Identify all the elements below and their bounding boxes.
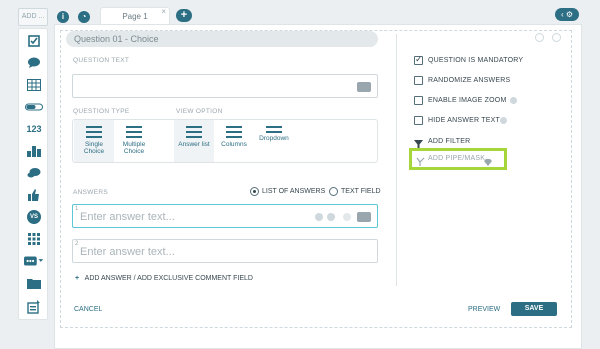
numeric-icon[interactable]: 123 (24, 121, 44, 137)
save-button[interactable]: SAVE (511, 302, 557, 316)
add-exclusive-comment-link[interactable]: / ADD EXCLUSIVE COMMENT FIELD (134, 275, 253, 282)
columns-option[interactable]: Columns (214, 120, 254, 162)
mandatory-label: QUESTION IS MANDATORY (428, 57, 524, 64)
copy-question-icon[interactable] (535, 33, 544, 42)
single-choice-icon (86, 126, 102, 138)
cancel-button[interactable]: CANCEL (74, 306, 102, 313)
answer-input-2[interactable]: 2 Enter answer text... (72, 239, 378, 263)
panel-divider (396, 34, 397, 286)
add-pipe-mask-link[interactable]: ADD PIPE/MASK (428, 155, 485, 162)
camera-icon[interactable] (357, 212, 371, 222)
help-icon[interactable] (500, 117, 507, 124)
answer-list-option[interactable]: Answer list (174, 120, 214, 162)
randomize-label: RANDOMIZE ANSWERS (428, 77, 511, 84)
clock-icon[interactable]: ◔ (78, 11, 90, 23)
page-icon[interactable] (24, 299, 44, 315)
more-icon[interactable] (24, 253, 44, 269)
answer-number: 1 (75, 206, 79, 212)
tab-page-label: Page 1 (122, 12, 148, 21)
columns-icon (226, 126, 242, 138)
answer-placeholder: Enter answer text... (80, 246, 175, 258)
randomize-checkbox[interactable] (414, 76, 423, 85)
add-answer-link[interactable]: ADD ANSWER (85, 275, 132, 282)
hide-answer-text-label: HIDE ANSWER TEXT (428, 117, 500, 124)
info-icon[interactable]: i (57, 11, 69, 23)
move-answer-icon[interactable] (327, 213, 335, 221)
answer-placeholder: Enter answer text... (80, 211, 175, 223)
multiple-choice-icon (126, 126, 142, 138)
dropdown-option[interactable]: Dropdown (254, 120, 294, 162)
checkbox-icon[interactable] (24, 33, 44, 49)
single-choice-option[interactable]: Single Choice (74, 120, 114, 162)
matrix-icon[interactable] (24, 231, 44, 247)
delete-question-icon[interactable] (552, 33, 561, 42)
multiple-choice-option[interactable]: Multiple Choice (114, 120, 154, 162)
diamond-icon (484, 153, 492, 171)
answers-label: ANSWERS (73, 189, 108, 196)
image-zoom-label: ENABLE IMAGE ZOOM (428, 97, 507, 104)
help-icon[interactable] (510, 97, 517, 104)
grid-icon[interactable] (24, 77, 44, 93)
list-of-answers-radio[interactable] (250, 187, 259, 196)
preview-button[interactable]: PREVIEW (468, 306, 500, 313)
question-type-toolbar: 123 VS (18, 28, 48, 320)
top-bar: ADD ... i ◔ Page 1 × + ‹ ⚙ (0, 0, 600, 26)
refresh-icon[interactable] (343, 213, 351, 221)
mandatory-checkbox[interactable] (414, 54, 423, 65)
ranking-icon[interactable] (24, 143, 44, 159)
add-answer-row: + ADD ANSWER / ADD EXCLUSIVE COMMENT FIE… (75, 275, 253, 282)
question-type-label: QUESTION TYPE (73, 108, 130, 115)
add-page-button[interactable]: + (176, 9, 192, 22)
answer-input-1[interactable]: 1 Enter answer text... (72, 204, 378, 228)
comment-icon[interactable] (24, 55, 44, 71)
image-zoom-checkbox[interactable] (414, 96, 423, 105)
answer-list-icon (186, 126, 202, 138)
hide-answer-text-checkbox[interactable] (414, 116, 423, 125)
camera-icon[interactable] (357, 82, 371, 92)
folder-icon[interactable] (24, 275, 44, 291)
text-field-label: TEXT FIELD (341, 188, 381, 195)
remove-answer-icon[interactable] (315, 213, 323, 221)
versus-icon[interactable]: VS (24, 209, 44, 225)
answer-number: 2 (75, 241, 79, 247)
settings-toggle-button[interactable]: ‹ ⚙ (555, 8, 579, 21)
thumbs-up-icon[interactable] (24, 187, 44, 203)
slider-icon[interactable] (24, 99, 44, 115)
dropdown-icon (266, 126, 282, 133)
add-question-label: ADD ... (18, 8, 48, 26)
versus-label: VS (27, 210, 41, 224)
text-field-radio[interactable] (329, 187, 338, 196)
close-tab-icon[interactable]: × (161, 3, 166, 21)
text-bubble-icon[interactable] (24, 165, 44, 181)
view-option-label: VIEW OPTION (176, 108, 223, 115)
plus-icon: + (75, 275, 80, 282)
list-of-answers-label: LIST OF ANSWERS (262, 188, 326, 195)
pipe-icon (416, 153, 425, 171)
question-title[interactable]: Question 01 - Choice (66, 31, 378, 47)
tab-page-1[interactable]: Page 1 × (100, 7, 170, 25)
question-text-input[interactable] (72, 74, 378, 98)
add-filter-link[interactable]: ADD FILTER (428, 138, 470, 145)
question-text-label: QUESTION TEXT (73, 57, 130, 64)
